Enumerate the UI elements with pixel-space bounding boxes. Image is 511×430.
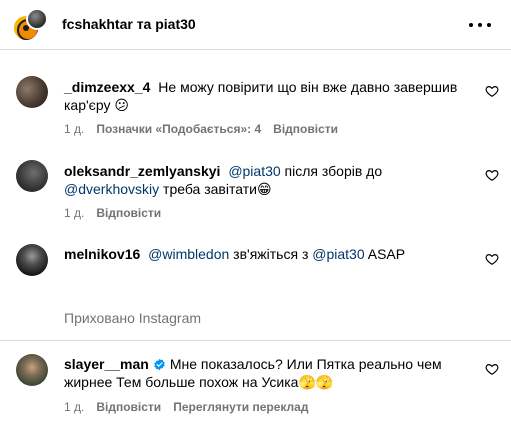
more-options-icon[interactable] — [469, 14, 491, 36]
comment-meta: 1 д. Позначки «Подобається»: 4 Відповіст… — [64, 122, 338, 136]
comment-text: зв'яжіться з — [229, 246, 313, 262]
comment-text: після зборів до — [280, 163, 383, 179]
mention-link[interactable]: @piat30 — [228, 163, 280, 179]
mention-link[interactable]: @dverkhovskiy — [64, 181, 159, 197]
verified-badge-icon — [154, 358, 165, 371]
comment-username[interactable]: _dimzeexx_4 — [64, 79, 150, 95]
comment-username[interactable]: slayer__man — [64, 356, 149, 372]
reply-button[interactable]: Відповісти — [96, 400, 161, 414]
comment-username[interactable]: oleksandr_zemlyanskyi — [64, 163, 220, 179]
comment-time[interactable]: 1 д. — [64, 122, 84, 136]
piat30-avatar — [26, 8, 48, 30]
comment-body: oleksandr_zemlyanskyi @piat30 після збор… — [64, 162, 471, 198]
comment-meta: 1 д. Відповісти Переглянути переклад — [64, 400, 308, 414]
avatar[interactable] — [16, 160, 48, 192]
reply-button[interactable]: Відповісти — [273, 122, 338, 136]
avatar[interactable] — [16, 244, 48, 276]
likes-count[interactable]: Позначки «Подобається»: 4 — [96, 122, 261, 136]
header-avatars[interactable] — [12, 8, 48, 42]
hidden-by-instagram-notice[interactable]: Приховано Instagram — [64, 310, 201, 326]
comment-meta: 1 д. Відповісти — [64, 206, 161, 220]
avatar[interactable] — [16, 76, 48, 108]
comment-body: slayer__man Мне показалось? Или Пятка реа… — [64, 355, 471, 391]
avatar[interactable] — [16, 354, 48, 386]
comment-time[interactable]: 1 д. — [64, 206, 84, 220]
mention-link[interactable]: @piat30 — [312, 246, 364, 262]
comment-text: треба завітати😁 — [159, 181, 272, 197]
heart-icon[interactable] — [485, 252, 499, 266]
comment-body: _dimzeexx_4 Не можу повірити що він вже … — [64, 78, 471, 114]
header-title[interactable]: fcshakhtar та piat30 — [62, 16, 196, 32]
see-translation-button[interactable]: Переглянути переклад — [173, 400, 308, 414]
heart-icon[interactable] — [485, 362, 499, 376]
mention-link[interactable]: @wimbledon — [148, 246, 229, 262]
reply-button[interactable]: Відповісти — [96, 206, 161, 220]
heart-icon[interactable] — [485, 84, 499, 98]
divider — [0, 340, 511, 341]
conversation-header: fcshakhtar та piat30 — [0, 0, 511, 50]
heart-icon[interactable] — [485, 168, 499, 182]
comment-time[interactable]: 1 д. — [64, 400, 84, 414]
comment-body: melnikov16 @wimbledon зв'яжіться з @piat… — [64, 245, 471, 263]
comment-username[interactable]: melnikov16 — [64, 246, 140, 262]
comment-text: ASAP — [364, 246, 406, 262]
